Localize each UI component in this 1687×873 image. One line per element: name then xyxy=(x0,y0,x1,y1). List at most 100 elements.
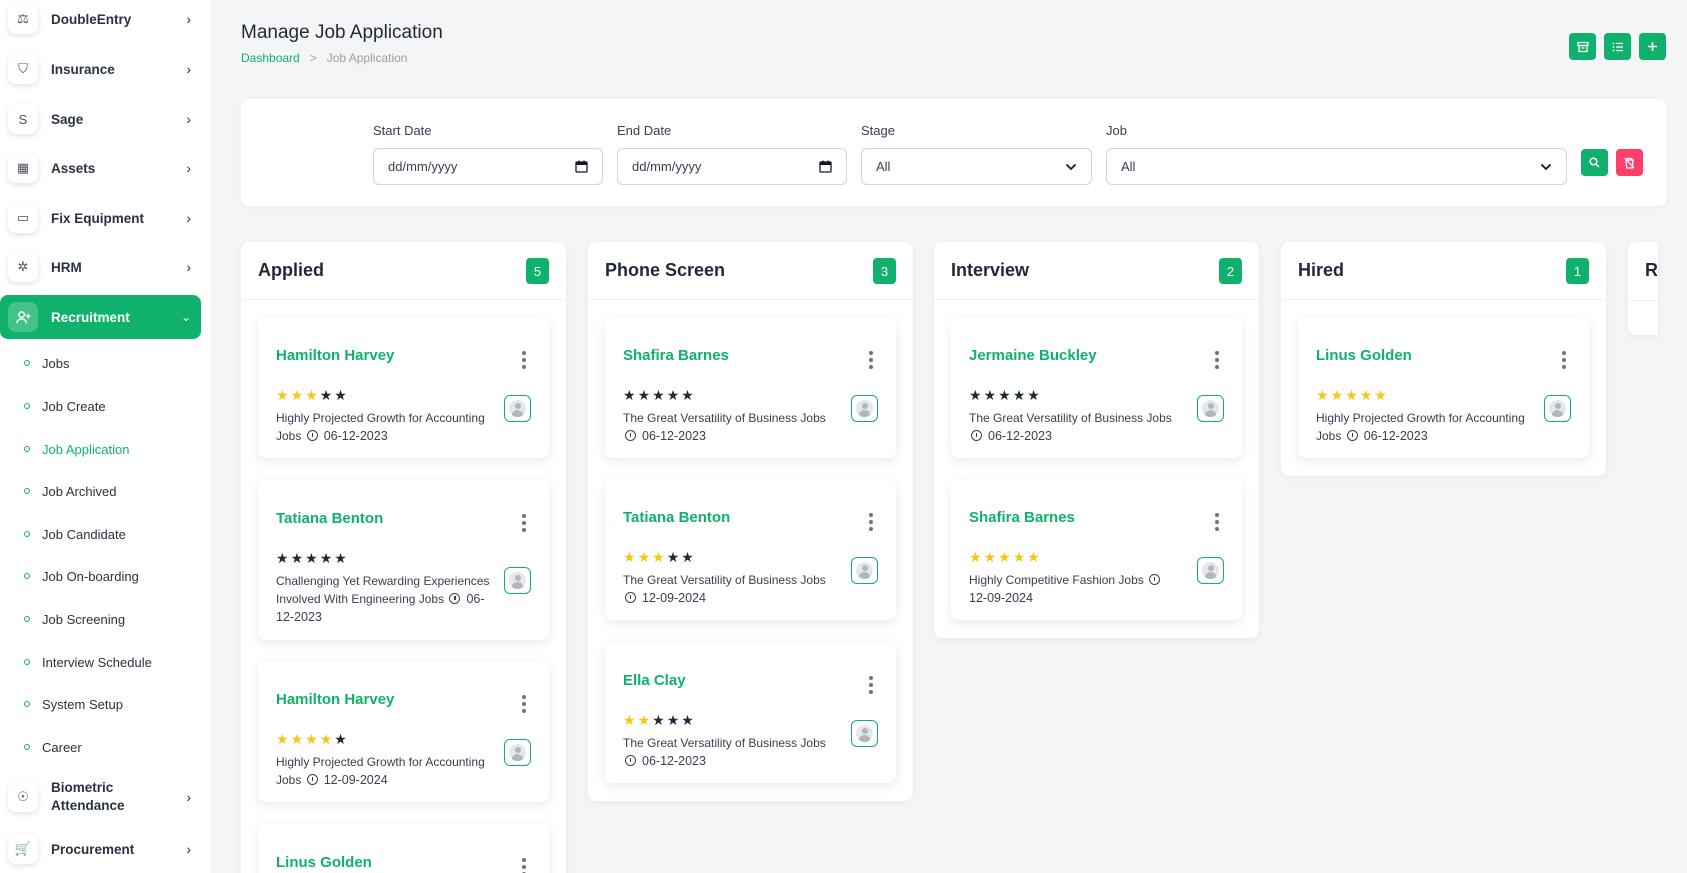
more-vertical-icon[interactable] xyxy=(521,514,527,532)
chevron-right-icon: › xyxy=(186,111,191,127)
star-icon: ★ xyxy=(681,712,694,728)
job-select[interactable]: All xyxy=(1106,148,1567,185)
stage-select[interactable]: All xyxy=(861,148,1092,185)
sidebar-item-biometric-attendance[interactable]: ☉ Biometric Attendance › xyxy=(0,774,201,820)
candidate-avatar-icon[interactable] xyxy=(1197,395,1224,422)
breadcrumb-dashboard-link[interactable]: Dashboard xyxy=(241,51,300,65)
cart-icon: 🛒 xyxy=(8,834,38,864)
sidebar-subitem-job-create[interactable]: Job Create xyxy=(24,396,106,416)
application-card[interactable]: Hamilton Harvey ★ ★ ★ ★ ★ Highly Projected Gro… xyxy=(258,317,549,458)
more-vertical-icon[interactable] xyxy=(868,676,874,694)
application-card[interactable]: Shafira Barnes ★ ★ ★ ★ ★ The Great Versatility… xyxy=(605,317,896,458)
chevron-right-icon: › xyxy=(186,259,191,275)
more-vertical-icon[interactable] xyxy=(521,351,527,369)
more-vertical-icon[interactable] xyxy=(868,351,874,369)
applicant-name-link[interactable]: Linus Golden xyxy=(1316,347,1412,364)
more-vertical-icon[interactable] xyxy=(1214,351,1220,369)
sidebar-item-label: Sage xyxy=(51,111,84,127)
sidebar-subitem-jobs[interactable]: Jobs xyxy=(24,353,69,373)
chevron-right-icon: › xyxy=(186,61,191,77)
applicant-name-link[interactable]: Tatiana Benton xyxy=(276,510,383,527)
more-vertical-icon[interactable] xyxy=(1561,351,1567,369)
star-icon: ★ xyxy=(1330,387,1344,403)
candidate-avatar-icon[interactable] xyxy=(851,720,878,747)
sidebar-item-hrm[interactable]: ✲ HRM › xyxy=(0,245,201,289)
sidebar-subitem-career[interactable]: Career xyxy=(24,737,82,757)
applicant-name-link[interactable]: Hamilton Harvey xyxy=(276,347,394,364)
more-vertical-icon[interactable] xyxy=(521,858,527,873)
candidate-avatar-icon[interactable] xyxy=(851,557,878,584)
sidebar-item-label: Procurement xyxy=(51,841,135,857)
breadcrumb-separator: > xyxy=(309,51,317,65)
application-date: 06-12-2023 xyxy=(305,429,388,443)
candidate-avatar-icon[interactable] xyxy=(504,739,531,766)
column-header: Hired 1 xyxy=(1281,242,1606,300)
column-title: R xyxy=(1645,260,1658,280)
sidebar-item-recruitment[interactable]: Recruitment ⌄ xyxy=(0,295,201,339)
application-card[interactable]: Tatiana Benton ★ ★ ★ ★ ★ The Great Versatility… xyxy=(605,479,896,620)
applicant-name-link[interactable]: Linus Golden xyxy=(276,854,372,871)
add-button[interactable] xyxy=(1639,33,1666,60)
application-card[interactable]: Shafira Barnes ★ ★ ★ ★ ★ Highly Competitive Fa… xyxy=(951,479,1242,620)
star-icon: ★ xyxy=(681,387,694,403)
sidebar-subitem-job-application[interactable]: Job Application xyxy=(24,439,129,459)
reset-filter-button[interactable] xyxy=(1616,149,1643,176)
applicant-name-link[interactable]: Hamilton Harvey xyxy=(276,691,394,708)
star-icon: ★ xyxy=(319,387,333,403)
sidebar-subitem-job-candidate[interactable]: Job Candidate xyxy=(24,524,126,544)
candidate-avatar-icon[interactable] xyxy=(1544,395,1571,422)
star-icon: ★ xyxy=(652,712,665,728)
sidebar-item-insurance[interactable]: ⛉ Insurance › xyxy=(0,47,201,91)
sidebar-subitem-interview-schedule[interactable]: Interview Schedule xyxy=(24,652,152,672)
candidate-avatar-icon[interactable] xyxy=(504,395,531,422)
star-icon: ★ xyxy=(666,712,680,728)
application-card[interactable]: Linus Golden xyxy=(258,824,549,873)
applicant-name-link[interactable]: Tatiana Benton xyxy=(623,509,730,526)
sidebar-item-fix-equipment[interactable]: ▭ Fix Equipment › xyxy=(0,196,201,240)
board-column-hired: Hired 1 Linus Golden ★ ★ ★ ★ ★ Highly Projected … xyxy=(1281,242,1606,476)
candidate-avatar-icon[interactable] xyxy=(1197,557,1224,584)
chevron-right-icon: › xyxy=(186,160,191,176)
applicant-name-link[interactable]: Jermaine Buckley xyxy=(969,347,1097,364)
list-view-button[interactable] xyxy=(1604,33,1631,60)
application-date: 06-12-2023 xyxy=(623,754,706,768)
column-header: Applied 5 xyxy=(241,242,566,300)
application-card[interactable]: Hamilton Harvey ★ ★ ★ ★ ★ Highly Projected Gro… xyxy=(258,661,549,802)
end-date-label: End Date xyxy=(617,123,672,138)
applicant-name-link[interactable]: Shafira Barnes xyxy=(623,347,729,364)
end-date-input[interactable]: dd/mm/yyyy xyxy=(617,148,847,185)
sidebar-item-assets[interactable]: ▦ Assets › xyxy=(0,146,201,190)
search-button[interactable] xyxy=(1581,149,1608,176)
star-icon: ★ xyxy=(319,550,333,566)
start-date-input[interactable]: dd/mm/yyyy xyxy=(373,148,603,185)
user-plus-icon xyxy=(8,302,38,332)
star-icon: ★ xyxy=(983,549,997,565)
sidebar-subitem-job-archived[interactable]: Job Archived xyxy=(24,481,116,501)
applicant-name-link[interactable]: Shafira Barnes xyxy=(969,509,1075,526)
sidebar-item-procurement[interactable]: 🛒 Procurement › xyxy=(0,827,201,871)
star-icon: ★ xyxy=(1374,387,1387,403)
sidebar-item-doubleentry[interactable]: ⚖ DoubleEntry › xyxy=(0,0,201,41)
sidebar-subitem-system-setup[interactable]: System Setup xyxy=(24,694,123,714)
more-vertical-icon[interactable] xyxy=(868,513,874,531)
application-card[interactable]: Ella Clay ★ ★ ★ ★ ★ The Great Versatility of B… xyxy=(605,642,896,783)
application-date: 06-12-2023 xyxy=(969,429,1052,443)
more-vertical-icon[interactable] xyxy=(521,695,527,713)
more-vertical-icon[interactable] xyxy=(1214,513,1220,531)
sidebar-subitem-job-screening[interactable]: Job Screening xyxy=(24,609,125,629)
candidate-avatar-icon[interactable] xyxy=(851,395,878,422)
sidebar-subitem-job-onboarding[interactable]: Job On-boarding xyxy=(24,566,139,586)
column-count-badge: 3 xyxy=(873,258,896,284)
sidebar-item-sage[interactable]: S Sage › xyxy=(0,97,201,141)
star-icon: ★ xyxy=(998,387,1011,403)
candidate-avatar-icon[interactable] xyxy=(504,567,531,594)
network-icon: ✲ xyxy=(8,252,38,282)
star-icon: ★ xyxy=(623,387,636,403)
application-card[interactable]: Tatiana Benton ★ ★ ★ ★ ★ Challenging Yet Rewar… xyxy=(258,480,549,640)
applicant-name-link[interactable]: Ella Clay xyxy=(623,672,686,689)
job-title-text: The Great Versatility of Business Jobs xyxy=(623,411,826,425)
archive-button[interactable] xyxy=(1569,33,1596,60)
application-card[interactable]: Jermaine Buckley ★ ★ ★ ★ ★ The Great Versatili… xyxy=(951,317,1242,458)
application-card[interactable]: Linus Golden ★ ★ ★ ★ ★ Highly Projected Growth… xyxy=(1298,317,1589,458)
calendar-icon xyxy=(575,160,588,173)
